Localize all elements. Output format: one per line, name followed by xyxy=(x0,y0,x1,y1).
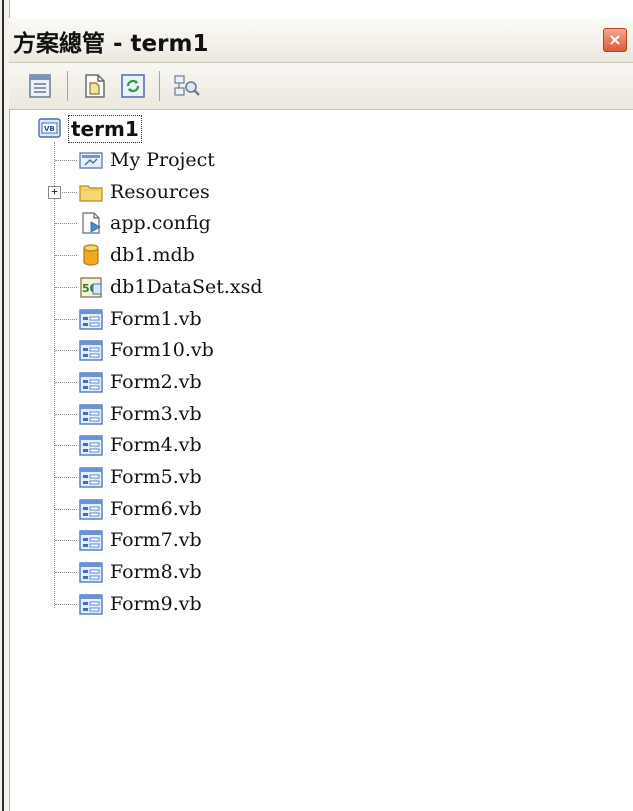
tree-connector xyxy=(55,414,77,415)
database-icon xyxy=(83,244,99,266)
tree-item-label: My Project xyxy=(110,149,215,171)
tree-item-label: Form4.vb xyxy=(110,434,202,456)
svg-text:VB: VB xyxy=(44,125,55,133)
tree-connector xyxy=(55,160,77,161)
refresh-icon xyxy=(121,74,145,98)
tree-item[interactable]: Form4.vb xyxy=(9,429,609,461)
form-icon xyxy=(79,594,103,615)
dataset-icon: 50 xyxy=(80,277,102,298)
tree-connector xyxy=(55,319,77,320)
refresh-button[interactable] xyxy=(117,71,149,101)
tree-item[interactable]: Form8.vb xyxy=(9,556,609,588)
tree-item[interactable]: Form10.vb xyxy=(9,334,609,366)
tree-item-label: Form3.vb xyxy=(110,403,202,425)
tree-item-label: Form1.vb xyxy=(110,308,202,330)
tree-connector xyxy=(55,445,77,446)
tree-item-label: Resources xyxy=(110,181,210,203)
solution-tree: VB term1 My Project + Resources app.config d… xyxy=(9,110,633,811)
expand-toggle[interactable]: + xyxy=(48,186,61,199)
tree-item-label: Form5.vb xyxy=(110,466,202,488)
tree-item-label: Form2.vb xyxy=(110,371,202,393)
form-icon xyxy=(79,372,103,393)
vb-project-icon: VB xyxy=(38,118,61,138)
show-all-files-button[interactable] xyxy=(79,71,111,101)
close-button[interactable]: × xyxy=(603,28,627,52)
tree-connector xyxy=(55,382,77,383)
tree-item[interactable]: My Project xyxy=(9,144,609,176)
properties-icon xyxy=(29,74,51,98)
tree-item-label: Form7.vb xyxy=(110,529,202,551)
form-icon xyxy=(79,340,103,361)
form-icon xyxy=(79,530,103,551)
tree-root-term1[interactable]: VB term1 xyxy=(9,112,609,144)
tree-item[interactable]: Form7.vb xyxy=(9,524,609,556)
form-icon xyxy=(79,467,103,488)
config-file-icon xyxy=(82,212,101,234)
panel-titlebar: 方案總管 - term1 × xyxy=(9,18,633,63)
tree-connector xyxy=(55,287,77,288)
tree-root-label: term1 xyxy=(68,115,142,143)
form-icon xyxy=(79,404,103,425)
tree-item-label: Form8.vb xyxy=(110,561,202,583)
tree-item[interactable]: + Resources xyxy=(9,176,609,208)
tree-connector xyxy=(55,477,77,478)
tree-connector xyxy=(55,255,77,256)
solution-explorer-window: 方案總管 - term1 × VB term1 My Project + Res… xyxy=(0,0,633,811)
tree-item[interactable]: db1.mdb xyxy=(9,239,609,271)
tree-connector xyxy=(55,223,77,224)
view-class-diagram-icon xyxy=(174,75,200,96)
form-icon xyxy=(79,435,103,456)
tree-item[interactable]: Form5.vb xyxy=(9,461,609,493)
tree-connector xyxy=(55,604,77,605)
view-class-diagram-button[interactable] xyxy=(171,71,203,101)
tree-item-label: Form6.vb xyxy=(110,498,202,520)
properties-button[interactable] xyxy=(25,71,57,101)
folder-icon xyxy=(79,185,103,202)
tree-item[interactable]: Form6.vb xyxy=(9,493,609,525)
panel-title: 方案總管 - term1 xyxy=(13,31,209,57)
tree-connector xyxy=(55,509,77,510)
my-project-icon xyxy=(79,152,103,169)
tree-item-label: Form10.vb xyxy=(110,339,214,361)
tree-connector xyxy=(55,540,77,541)
tree-item-label: db1.mdb xyxy=(110,244,195,266)
solution-toolbar xyxy=(9,63,633,110)
tree-item[interactable]: app.config xyxy=(9,207,609,239)
tree-item[interactable]: Form2.vb xyxy=(9,366,609,398)
tree-item-label: Form9.vb xyxy=(110,593,202,615)
tree-item-label: app.config xyxy=(110,212,211,234)
tree-connector xyxy=(55,572,77,573)
tree-item-label: db1DataSet.xsd xyxy=(110,276,263,298)
show-all-files-icon xyxy=(85,74,105,98)
tree-item[interactable]: 50 db1DataSet.xsd xyxy=(9,271,609,303)
tree-item[interactable]: Form9.vb xyxy=(9,588,609,620)
form-icon xyxy=(79,309,103,330)
tree-item[interactable]: Form3.vb xyxy=(9,398,609,430)
tree-item[interactable]: Form1.vb xyxy=(9,303,609,335)
form-icon xyxy=(79,562,103,583)
tree-connector xyxy=(55,350,77,351)
form-icon xyxy=(79,499,103,520)
